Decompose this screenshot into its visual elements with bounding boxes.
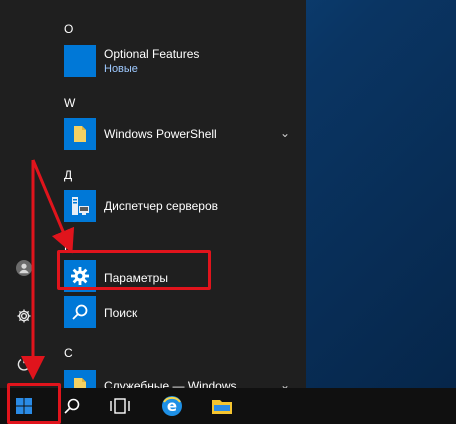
- settings-icon[interactable]: [12, 304, 36, 328]
- app-label: Поиск: [104, 306, 138, 320]
- highlight-box-settings: [57, 250, 211, 290]
- edge-icon[interactable]: e: [148, 388, 196, 424]
- app-item-server-manager[interactable]: Диспетчер серверов: [48, 186, 298, 226]
- file-explorer-icon[interactable]: [198, 388, 246, 424]
- folder-icon: [64, 118, 96, 150]
- app-list: O Optional Features Новые W Windows Powe…: [48, 0, 306, 402]
- app-label: Optional Features: [104, 47, 200, 61]
- task-view-icon[interactable]: [96, 388, 144, 424]
- section-letter[interactable]: С: [64, 346, 73, 360]
- new-badge: Новые: [104, 63, 138, 75]
- user-icon[interactable]: [12, 256, 36, 280]
- power-icon[interactable]: [12, 352, 36, 376]
- optional-features-tile: [64, 45, 96, 77]
- app-item-optional-features[interactable]: Optional Features Новые: [48, 41, 298, 81]
- chevron-down-icon[interactable]: ⌄: [280, 126, 290, 140]
- app-item-search[interactable]: Поиск: [48, 292, 298, 332]
- search-tile-icon: [64, 296, 96, 328]
- taskbar: e: [0, 388, 456, 424]
- start-menu: O Optional Features Новые W Windows Powe…: [0, 0, 306, 402]
- app-label: Windows PowerShell: [104, 127, 217, 141]
- app-item-windows-powershell[interactable]: Windows PowerShell ⌄: [48, 114, 298, 154]
- section-letter[interactable]: Д: [64, 168, 72, 182]
- section-letter[interactable]: W: [64, 96, 75, 110]
- highlight-box-start: [7, 383, 61, 424]
- start-menu-rail: [0, 0, 48, 388]
- svg-text:e: e: [167, 397, 177, 415]
- server-manager-icon: [64, 190, 96, 222]
- app-label: Диспетчер серверов: [104, 199, 219, 213]
- section-letter[interactable]: O: [64, 22, 73, 36]
